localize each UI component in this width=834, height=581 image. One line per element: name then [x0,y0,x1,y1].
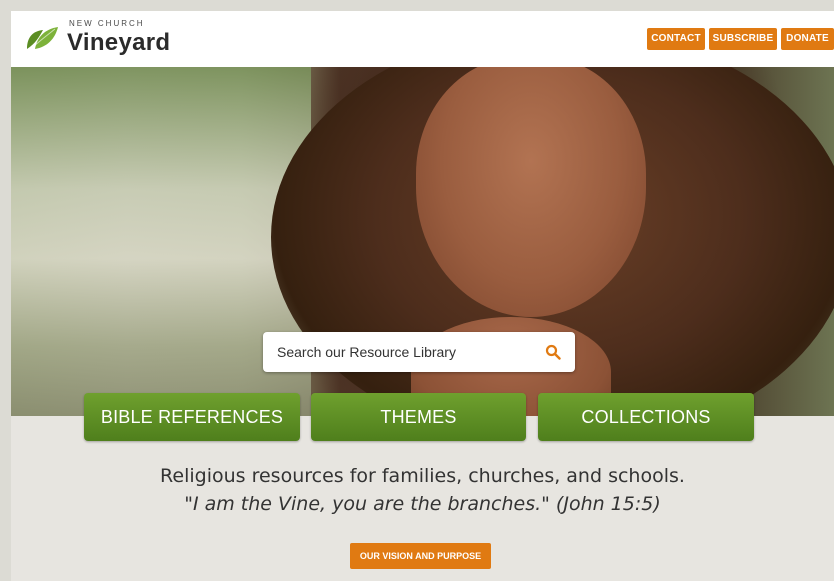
bible-references-button[interactable]: BIBLE REFERENCES [84,393,300,441]
vision-purpose-button[interactable]: OUR VISION AND PURPOSE [350,543,491,569]
subscribe-button[interactable]: SUBSCRIBE [709,28,777,50]
bible-quote: "I am the Vine, you are the branches." (… [184,493,661,515]
search-box [263,332,575,372]
logo-subtitle: NEW CHURCH [69,19,145,28]
site-logo[interactable]: NEW CHURCH Vineyard [25,19,195,59]
tagline: Religious resources for families, church… [160,465,685,487]
logo-title: Vineyard [67,29,171,56]
search-input[interactable] [277,332,527,372]
page-frame: NEW CHURCH Vineyard CONTACT SUBSCRIBE DO… [11,11,834,581]
collections-button[interactable]: COLLECTIONS [538,393,754,441]
site-header: NEW CHURCH Vineyard CONTACT SUBSCRIBE DO… [11,11,834,67]
themes-button[interactable]: THEMES [311,393,526,441]
contact-button[interactable]: CONTACT [647,28,705,50]
donate-button[interactable]: DONATE [781,28,834,50]
search-icon[interactable] [545,344,561,360]
leaf-logo-icon [27,27,58,50]
hero-face [416,67,646,317]
